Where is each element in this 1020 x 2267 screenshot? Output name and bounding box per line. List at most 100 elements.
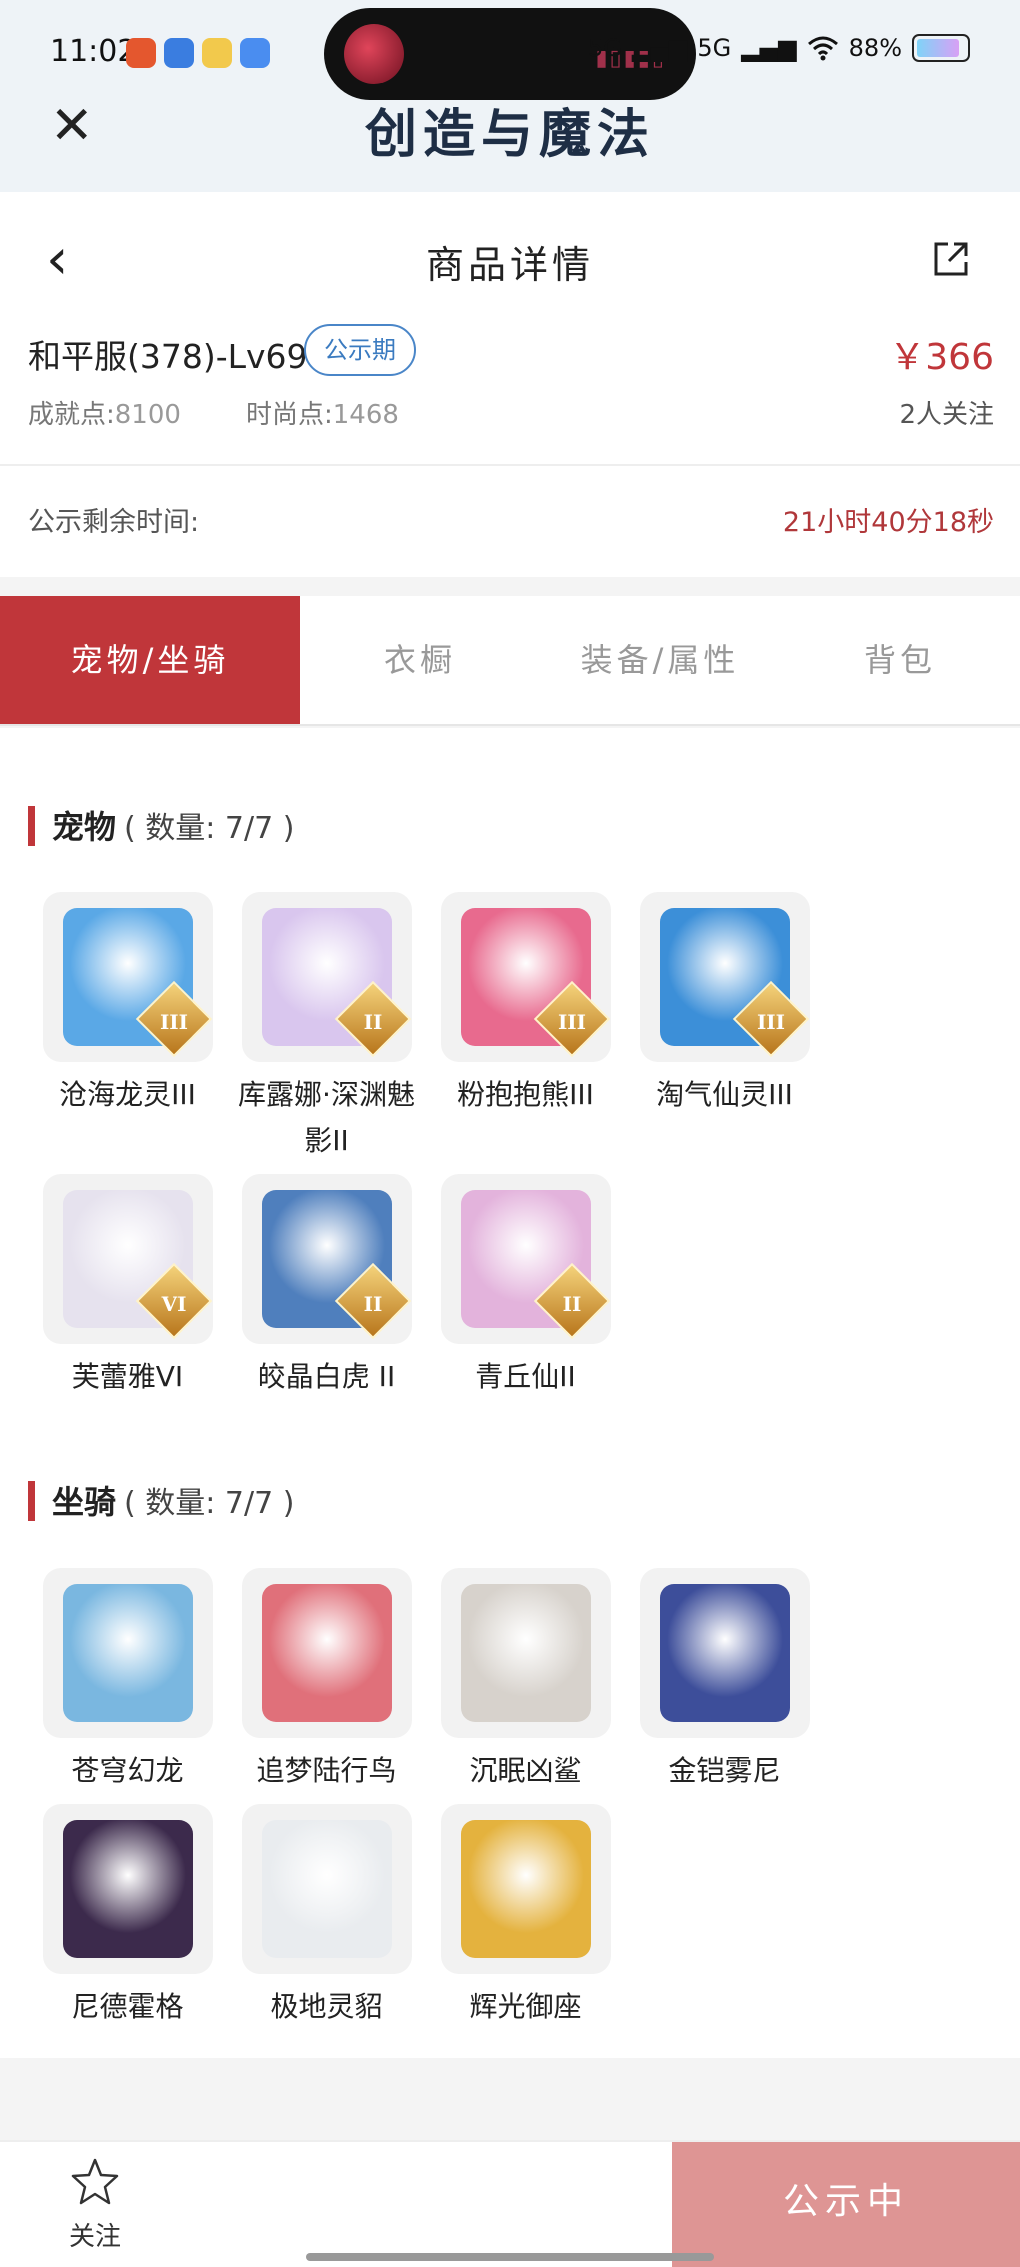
signal-label-2: 5G	[697, 34, 732, 62]
notification-app-icon	[126, 38, 156, 68]
pet-item-image: III	[42, 892, 213, 1062]
section-name: 宠物	[52, 808, 117, 846]
mount-item[interactable]: 金铠雾尼	[625, 1568, 824, 1794]
mount-item-artwork	[659, 1584, 790, 1722]
notification-app-icon	[240, 38, 270, 68]
mount-item-artwork	[261, 1584, 392, 1722]
mount-item[interactable]: 沉眠凶鲨	[426, 1568, 625, 1794]
section-count: ( 数量: 7/7 )	[124, 811, 295, 846]
pet-item[interactable]: III 粉抱抱熊III	[426, 892, 625, 1164]
status-button[interactable]: 公示中	[672, 2142, 1020, 2267]
signal-bars-icon: ▂▄▆	[632, 34, 688, 62]
achievement-label: 成就点:	[28, 400, 115, 430]
mount-item-artwork	[460, 1820, 591, 1958]
mount-item-image	[440, 1568, 611, 1738]
mount-item-name: 苍穹幻龙	[71, 1754, 184, 1787]
star-icon	[71, 2158, 119, 2205]
app-title: 创造与魔法	[364, 105, 655, 165]
mount-item-image	[42, 1568, 213, 1738]
section-count: ( 数量: 7/7 )	[124, 1486, 295, 1521]
notification-app-icon	[164, 38, 194, 68]
media-thumbnail-icon	[344, 24, 404, 84]
follow-label: 关注	[68, 2222, 121, 2252]
pet-item-image: III	[639, 892, 810, 1062]
mount-item[interactable]: 尼德霍格	[28, 1804, 227, 2030]
pet-item-name: 粉抱抱熊III	[457, 1078, 594, 1111]
mount-item-artwork	[460, 1584, 591, 1722]
tier-badge-label: III	[159, 1009, 188, 1034]
fashion-value: 1468	[332, 400, 399, 430]
achievement-value: 8100	[114, 400, 181, 430]
mount-item-name: 追梦陆行鸟	[256, 1754, 397, 1787]
tab-equipment-attributes[interactable]: 装备/属性	[540, 596, 780, 724]
fashion-label: 时尚点:	[246, 400, 333, 430]
category-tabs: 宠物/坐骑 衣橱 装备/属性 背包	[0, 596, 1020, 726]
mount-item-image	[42, 1804, 213, 1974]
pet-item[interactable]: II 库露娜·深渊魅影II	[227, 892, 426, 1164]
pet-item[interactable]: VI 芙蕾雅VI	[28, 1174, 227, 1400]
tier-badge-label: II	[363, 1291, 382, 1316]
pet-item-name: 沧海龙灵III	[59, 1078, 196, 1111]
tab-backpack[interactable]: 背包	[780, 596, 1020, 724]
pet-item-name: 淘气仙灵III	[656, 1078, 793, 1111]
remaining-time-label: 公示剩余时间:	[28, 507, 200, 538]
mount-item-image	[639, 1568, 810, 1738]
pet-item-image: II	[241, 892, 412, 1062]
product-name: 和平服(378)-Lv69	[28, 337, 308, 376]
follow-button[interactable]: 关注	[50, 2156, 140, 2253]
mounts-grid: 苍穹幻龙 追梦陆行鸟 沉眠凶鲨 金铠雾尼尼德霍格 极地灵貂 辉光御座	[28, 1568, 1000, 2040]
tier-badge-label: VI	[161, 1291, 186, 1316]
status-app-icons	[126, 38, 270, 68]
product-summary-card: ‹ 商品详情 和平服(378)-Lv69 公示期 ￥366 成就点:8100 时…	[0, 192, 1020, 577]
tier-badge-label: III	[756, 1009, 785, 1034]
mount-item[interactable]: 极地灵貂	[227, 1804, 426, 2030]
mount-item-image	[440, 1804, 611, 1974]
app-header: 11:02 ▮▯▮▮▯ 5G ▂▄▆ 5G ▂▄▆ 88% ✕ 创造与魔法	[0, 0, 1020, 192]
tab-pets-mounts[interactable]: 宠物/坐骑	[0, 596, 300, 724]
product-price: ￥366	[889, 337, 994, 378]
mount-item[interactable]: 辉光御座	[426, 1804, 625, 2030]
notification-app-icon	[202, 38, 232, 68]
remaining-time-value: 21小时40分18秒	[782, 507, 994, 538]
pet-item-name: 青丘仙II	[475, 1360, 576, 1393]
wifi-icon	[807, 36, 838, 61]
mount-item-name: 尼德霍格	[71, 1990, 184, 2023]
tier-badge-label: II	[562, 1291, 581, 1316]
mount-item-name: 辉光御座	[469, 1990, 582, 2023]
tab-content: 宠物( 数量: 7/7 ) III 沧海龙灵III II 库露娜·深渊魅影II III 粉…	[0, 728, 1020, 2058]
pet-item[interactable]: III 淘气仙灵III	[625, 892, 824, 1164]
divider	[0, 464, 1020, 466]
pet-item-name: 库露娜·深渊魅影II	[238, 1078, 415, 1157]
mount-item-artwork	[62, 1820, 193, 1958]
section-name: 坐骑	[52, 1483, 117, 1521]
mount-item[interactable]: 苍穹幻龙	[28, 1568, 227, 1794]
mount-item-name: 金铠雾尼	[668, 1754, 781, 1787]
signal-bars-icon: ▂▄▆	[741, 34, 797, 62]
battery-icon	[912, 34, 970, 62]
fashion-points: 时尚点:1468	[246, 394, 399, 431]
signal-label-1: 5G	[588, 34, 623, 62]
mount-item-image	[241, 1804, 412, 1974]
pet-item-name: 皎晶白虎 II	[257, 1360, 396, 1393]
tab-wardrobe[interactable]: 衣橱	[300, 596, 540, 724]
share-external-icon[interactable]	[932, 240, 970, 278]
mount-item[interactable]: 追梦陆行鸟	[227, 1568, 426, 1794]
pet-item-image: II	[241, 1174, 412, 1344]
follower-count: 2人关注	[899, 400, 994, 430]
pet-item-image: III	[440, 892, 611, 1062]
pet-item[interactable]: II 皎晶白虎 II	[227, 1174, 426, 1400]
pet-item[interactable]: III 沧海龙灵III	[28, 892, 227, 1164]
pets-grid: III 沧海龙灵III II 库露娜·深渊魅影II III 粉抱抱熊III III 淘气仙灵I…	[28, 892, 1000, 1410]
pet-item[interactable]: II 青丘仙II	[426, 1174, 625, 1400]
tier-badge-label: II	[363, 1009, 382, 1034]
status-badge: 公示期	[304, 324, 416, 376]
pet-item-image: VI	[42, 1174, 213, 1344]
pets-section-title: 宠物( 数量: 7/7 )	[28, 802, 294, 848]
status-indicators: 5G ▂▄▆ 5G ▂▄▆ 88%	[588, 34, 970, 62]
pet-item-image: II	[440, 1174, 611, 1344]
home-indicator[interactable]	[306, 2253, 714, 2261]
mount-item-artwork	[62, 1584, 193, 1722]
tier-badge-label: III	[557, 1009, 586, 1034]
status-time: 11:02	[50, 34, 137, 69]
achievement-points: 成就点:8100	[28, 394, 181, 431]
